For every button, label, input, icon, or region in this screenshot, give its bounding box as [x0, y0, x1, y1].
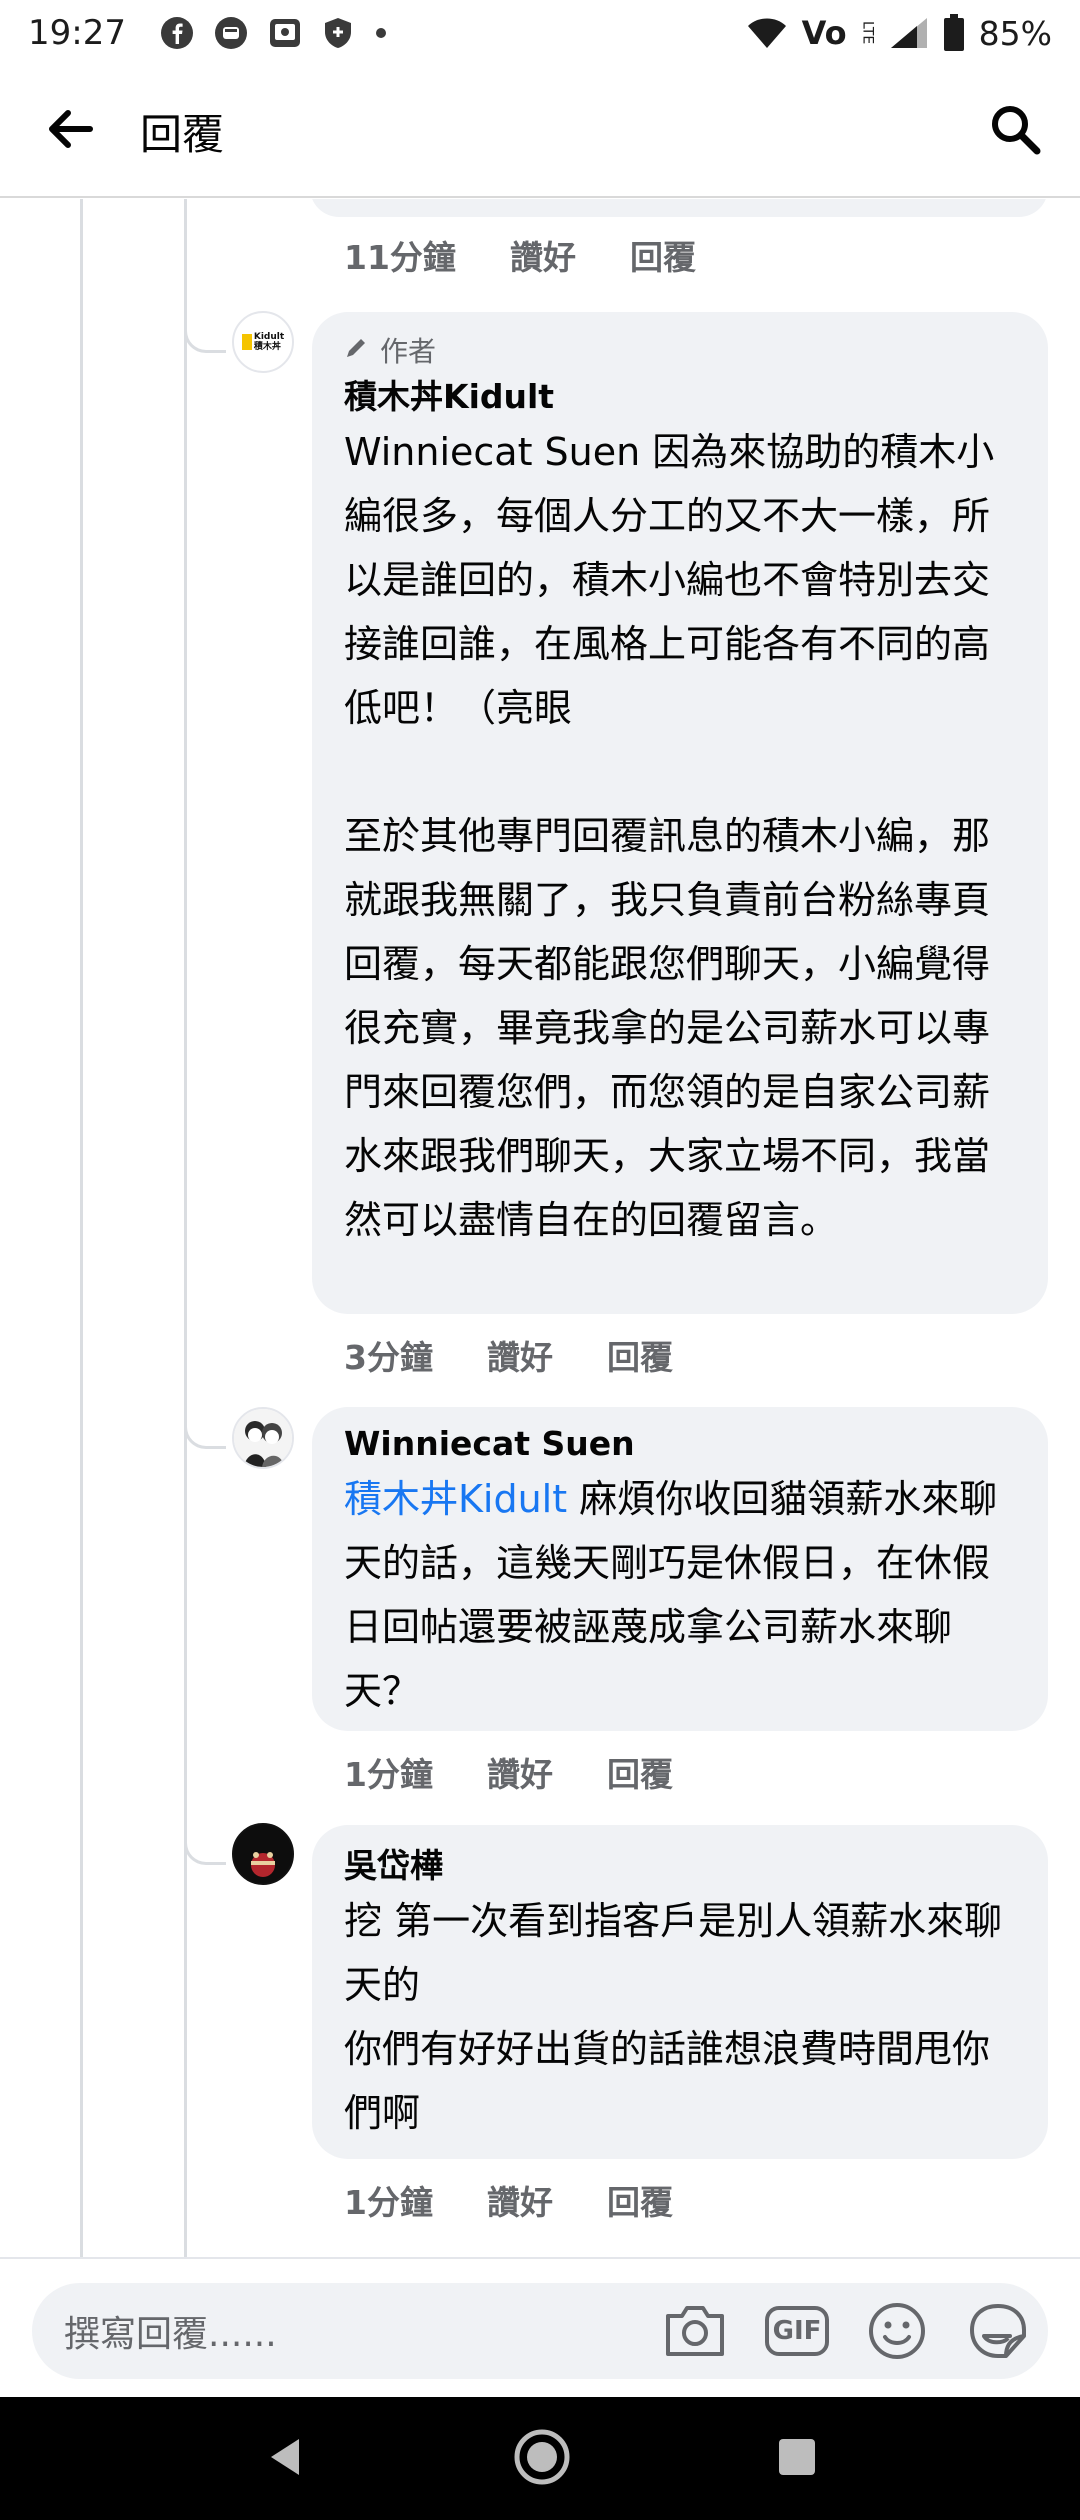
thread-connector — [184, 1405, 226, 1449]
more-notifications-dot-icon — [374, 26, 388, 40]
search-button[interactable] — [950, 65, 1080, 197]
like-button[interactable]: 讚好 — [487, 2176, 553, 2224]
reply-button[interactable]: 回覆 — [607, 1331, 673, 1379]
photo-notification-icon — [268, 16, 302, 50]
volte-label: Vo — [801, 14, 847, 52]
comment-body: Winniecat Suen 因為來協助的積木小編很多，每個人分工的又不大一樣，… — [344, 430, 995, 1242]
back-button[interactable] — [0, 65, 140, 197]
gif-label: GIF — [772, 2316, 822, 2346]
messenger-notification-icon — [214, 16, 248, 50]
author-badge-label: 作者 — [380, 335, 437, 368]
comment-actions: 1分鐘 讚好 回覆 — [344, 2176, 727, 2224]
reply-thread[interactable]: 11分鐘 讚好 回覆 Kidult 積木丼 作者 積木丼Kidult Winni… — [0, 199, 1080, 2257]
comment-bubble[interactable]: Winniecat Suen 積木丼Kidult 麻煩你收回貓領薪水來聊天的話，… — [312, 1407, 1048, 1731]
avatar-brand-top: Kidult — [253, 332, 285, 342]
sticker-icon[interactable] — [964, 2300, 1030, 2362]
lte-label: LTE — [859, 21, 876, 45]
avatar[interactable] — [232, 1823, 294, 1885]
status-time: 19:27 — [28, 13, 126, 53]
comment-actions: 1分鐘 讚好 回覆 — [344, 1748, 727, 1796]
comment-time: 11分鐘 — [344, 238, 456, 277]
previous-comment-bubble — [310, 199, 1048, 217]
comment-bubble[interactable]: 吳岱樺 挖 第一次看到指客戶是別人領薪水來聊天的 你們有好好出貨的話誰想浪費時間… — [312, 1825, 1048, 2159]
reply-button[interactable]: 回覆 — [607, 1748, 673, 1796]
comment-actions: 3分鐘 讚好 回覆 — [344, 1331, 727, 1379]
author-badge: 作者 — [344, 330, 1014, 370]
reply-button[interactable]: 回覆 — [607, 2176, 673, 2224]
gif-icon[interactable]: GIF — [764, 2302, 830, 2360]
thread-line-inner — [184, 199, 187, 2257]
mention-link[interactable]: 積木丼Kidult — [344, 1477, 567, 1521]
comment-time: 1分鐘 — [344, 2183, 433, 2222]
emoji-icon[interactable] — [866, 2300, 928, 2362]
comment-bubble[interactable]: 作者 積木丼Kidult Winniecat Suen 因為來協助的積木小編很多… — [312, 312, 1048, 1314]
comment-author[interactable]: Winniecat Suen — [344, 1421, 1014, 1467]
nav-back-icon[interactable] — [263, 2435, 307, 2483]
comment-time: 1分鐘 — [344, 1755, 433, 1794]
like-button[interactable]: 讚好 — [510, 231, 576, 279]
avatar-brand-bottom: 積木丼 — [253, 342, 281, 352]
like-button[interactable]: 讚好 — [487, 1331, 553, 1379]
avatar[interactable] — [232, 1407, 294, 1469]
shield-notification-icon — [322, 16, 354, 50]
nav-home-icon[interactable] — [512, 2427, 572, 2491]
comment-body: 積木丼Kidult 麻煩你收回貓領薪水來聊天的話，這幾天剛巧是休假日，在休假日回… — [344, 1467, 1014, 1723]
wifi-icon — [746, 16, 788, 50]
battery-icon — [943, 14, 965, 52]
thread-line-outer — [80, 199, 83, 2257]
comment-author[interactable]: 積木丼Kidult — [344, 374, 1014, 420]
reply-input-placeholder[interactable]: 撰寫回覆...... — [64, 2305, 662, 2357]
reply-button[interactable]: 回覆 — [630, 231, 696, 279]
comment-time: 3分鐘 — [344, 1338, 433, 1377]
previous-comment-actions: 11分鐘 讚好 回覆 — [344, 231, 750, 279]
nav-recents-icon[interactable] — [777, 2437, 817, 2481]
thread-connector — [184, 309, 226, 353]
system-navigation-bar — [0, 2397, 1080, 2520]
search-icon — [988, 102, 1042, 160]
reply-composer: 撰寫回覆...... GIF — [0, 2257, 1080, 2397]
thread-connector — [184, 1821, 226, 1865]
status-bar: 19:27 Vo LTE 85% — [0, 0, 1080, 66]
facebook-notification-icon — [160, 16, 194, 50]
comment-body: 挖 第一次看到指客戶是別人領薪水來聊天的 你們有好好出貨的話誰想浪費時間甩你們啊 — [344, 1899, 1003, 2135]
battery-percent: 85% — [978, 13, 1052, 53]
signal-icon — [889, 16, 929, 50]
page-title: 回覆 — [140, 109, 225, 159]
avatar[interactable]: Kidult 積木丼 — [232, 311, 294, 373]
app-bar: 回覆 — [0, 66, 1080, 198]
like-button[interactable]: 讚好 — [487, 1748, 553, 1796]
reply-input[interactable]: 撰寫回覆...... GIF — [32, 2283, 1048, 2379]
camera-icon[interactable] — [662, 2302, 728, 2360]
comment-author[interactable]: 吳岱樺 — [344, 1843, 1014, 1889]
pencil-icon — [344, 334, 368, 367]
back-arrow-icon — [46, 109, 94, 153]
